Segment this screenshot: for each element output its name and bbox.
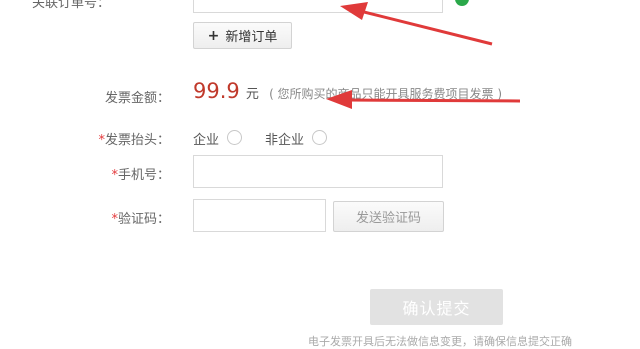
option-individual-radio[interactable]	[312, 130, 327, 145]
order-number-value: 20190001466629720000	[204, 0, 369, 4]
option-enterprise-radio[interactable]	[227, 130, 242, 145]
phone-input[interactable]	[193, 155, 443, 188]
amount-group: 99.9 元 ( 您所购买的商品只能开具服务费项目发票 )	[193, 79, 502, 103]
invoice-title-label: *发票抬头：	[0, 129, 170, 148]
amount-unit: 元	[245, 87, 259, 102]
confirm-submit-button[interactable]: 确认提交	[370, 289, 503, 325]
option-enterprise-label[interactable]: 企业	[193, 129, 219, 148]
check-ok-icon	[455, 0, 469, 6]
invoice-title-text: 发票抬头：	[104, 133, 170, 148]
amount-note: ( 您所购买的商品只能开具服务费项目发票 )	[269, 87, 503, 101]
add-order-label: 新增订单	[225, 30, 278, 45]
amount-label: 发票金额：	[104, 91, 170, 106]
phone-label-text: 手机号：	[117, 168, 170, 183]
amount-value: 99.9	[193, 79, 240, 103]
code-label: *验证码：	[0, 208, 170, 227]
option-individual-label[interactable]: 非企业	[265, 129, 304, 148]
footer-note: 电子发票开具后无法做信息变更，请确保信息提交正确	[308, 335, 572, 348]
order-number-label: 关联订单号：	[31, 0, 110, 11]
code-label-text: 验证码：	[117, 212, 170, 227]
code-input[interactable]	[193, 199, 326, 232]
add-order-button[interactable]: + 新增订单	[193, 22, 292, 49]
send-code-button[interactable]: 发送验证码	[333, 201, 444, 232]
phone-label: *手机号：	[0, 164, 170, 183]
plus-icon: +	[207, 27, 220, 44]
order-number-input[interactable]: 20190001466629720000	[193, 0, 443, 13]
